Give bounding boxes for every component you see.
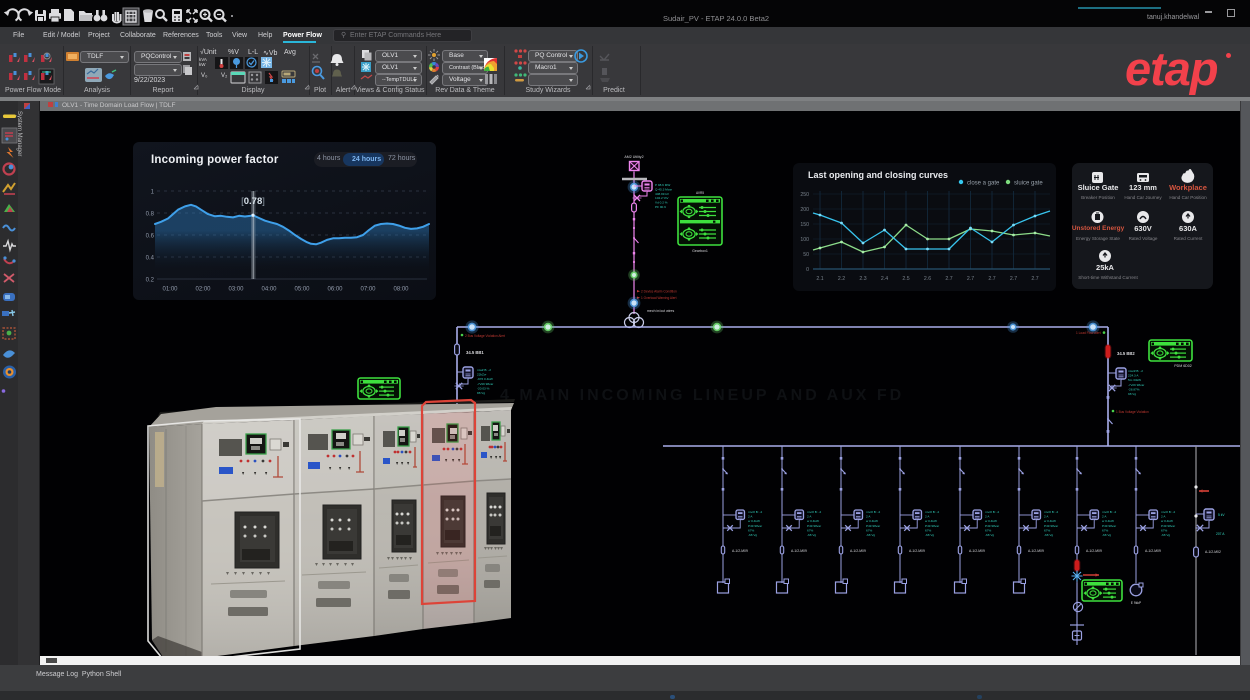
svg-text:-7v99 98var: -7v99 98var	[477, 382, 493, 386]
svg-text:224.3 A: 224.3 A	[1128, 374, 1139, 378]
svg-text:1 Bus Voltage Violation: 1 Bus Voltage Violation	[1116, 410, 1149, 414]
svg-text:98 Vg: 98 Vg	[1128, 392, 1136, 396]
svg-text:1 Overload Warning Alert: 1 Overload Warning Alert	[641, 296, 677, 300]
svg-text:207 A: 207 A	[1216, 532, 1225, 536]
svg-text:PF 90.9: PF 90.9	[655, 205, 666, 209]
svg-text:-7v09 98var: -7v09 98var	[1128, 383, 1144, 387]
svg-text:5m 34kW: 5m 34kW	[1128, 378, 1141, 382]
svg-text:2 Bus Voltage Violation Alert: 2 Bus Voltage Violation Alert	[465, 334, 505, 338]
svg-text:Gearbox1: Gearbox1	[692, 249, 708, 253]
svg-text:4 MAIN INCOMING LINEUP AND AUX: 4 MAIN INCOMING LINEUP AND AUX FD	[500, 387, 904, 404]
svg-text:mw# B: -2: mw# B: -2	[477, 368, 491, 372]
svg-text:2 Device Alarm Condition: 2 Device Alarm Condition	[641, 290, 677, 294]
svg-text:-20.03 %: -20.03 %	[477, 386, 490, 390]
svg-text:A-1/2-M02: A-1/2-M02	[1205, 550, 1221, 554]
svg-text:E 9kkP: E 9kkP	[1131, 601, 1142, 605]
svg-text:-28.87%: -28.87%	[1128, 387, 1140, 391]
svg-text:34.5 BB1: 34.5 BB1	[466, 350, 484, 355]
svg-text:mech in/out wires: mech in/out wires	[647, 309, 674, 313]
svg-text:P 98.6 MW: P 98.6 MW	[655, 183, 670, 187]
svg-text:Vd 0.2 %: Vd 0.2 %	[655, 201, 668, 205]
svg-text:22kZvr: 22kZvr	[477, 373, 486, 377]
svg-text:88 Vg: 88 Vg	[477, 391, 485, 395]
svg-text:34.5 BB2: 34.5 BB2	[1117, 351, 1135, 356]
svg-text:PDM 6D02: PDM 6D02	[1174, 364, 1192, 368]
svg-text:-976 0.4kW: -976 0.4kW	[477, 377, 493, 381]
svg-text:1 Load Flow Alert: 1 Load Flow Alert	[1076, 331, 1101, 335]
svg-text:Q 45.3 Mvar: Q 45.3 Mvar	[655, 187, 672, 191]
svg-text:AVR5: AVR5	[696, 191, 704, 195]
svg-text:408.99 kV: 408.99 kV	[655, 192, 670, 196]
svg-text:5 kV: 5 kV	[1218, 513, 1225, 517]
svg-text:mwr# B: -2: mwr# B: -2	[1128, 369, 1143, 373]
svg-text:AM2 Utility2: AM2 Utility2	[624, 155, 643, 159]
svg-text:102.2 %V: 102.2 %V	[655, 196, 669, 200]
